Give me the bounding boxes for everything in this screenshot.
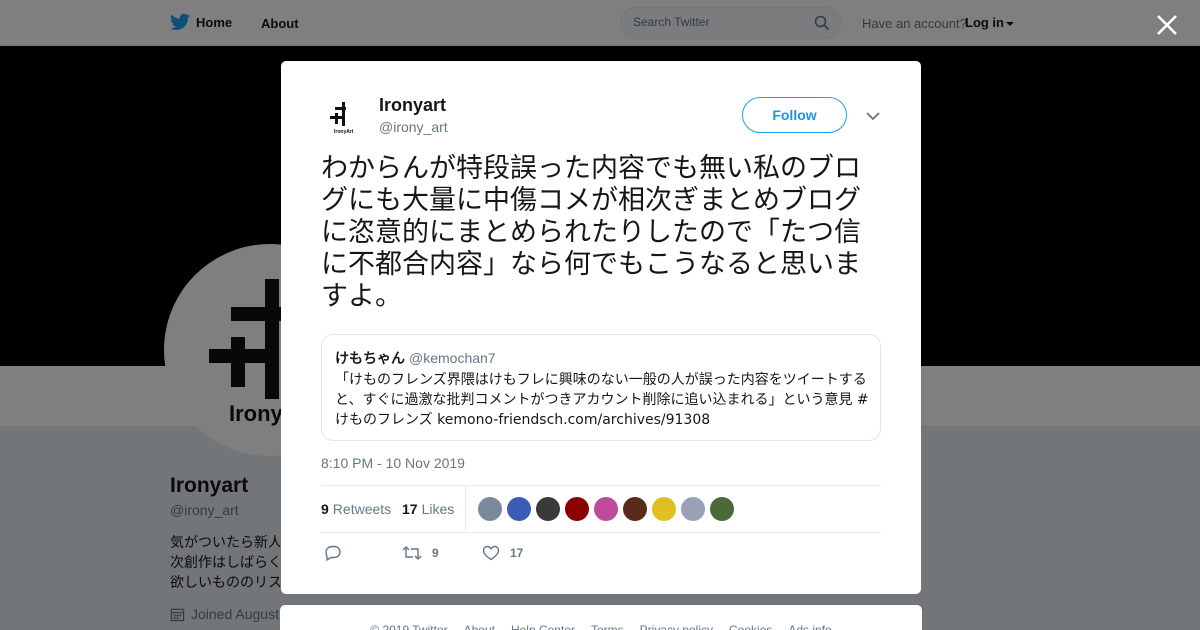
chevron-down-icon[interactable] <box>864 109 882 123</box>
tweet-timestamp[interactable]: 8:10 PM - 10 Nov 2019 <box>321 455 465 471</box>
footer-link[interactable]: About <box>464 623 495 630</box>
footer-link[interactable]: Terms <box>591 623 624 630</box>
footer-link: © 2019 Twitter <box>370 623 448 630</box>
follow-button[interactable]: Follow <box>742 97 847 133</box>
liker-avatar[interactable] <box>652 497 676 521</box>
footer-links: © 2019 Twitter · About · Help Center · Terms · P… <box>280 623 922 630</box>
retweet-action[interactable]: 9 <box>402 545 439 561</box>
liker-avatar[interactable] <box>623 497 647 521</box>
svg-text:IronyArt: IronyArt <box>334 129 354 135</box>
liker-avatar[interactable] <box>507 497 531 521</box>
liker-avatar[interactable] <box>681 497 705 521</box>
retweets-stat[interactable]: 9 Retweets <box>321 501 391 517</box>
tweet-modal: IronyArt Ironyart @irony_art Follow わからん… <box>281 61 921 594</box>
footer-link[interactable]: Cookies <box>729 623 772 630</box>
retweets-count: 9 <box>321 501 329 517</box>
heart-icon <box>482 545 500 561</box>
footer-separator: · <box>778 623 783 630</box>
like-action[interactable]: 17 <box>482 545 523 561</box>
like-count: 17 <box>510 546 524 560</box>
liker-avatar[interactable] <box>565 497 589 521</box>
reply-icon <box>325 545 341 561</box>
author-avatar[interactable]: IronyArt <box>321 96 367 142</box>
retweet-count: 9 <box>432 546 439 560</box>
footer-separator: · <box>629 623 634 630</box>
quoted-author-name: けもちゃん <box>335 350 405 366</box>
likes-count: 17 <box>402 501 418 517</box>
ironyart-logo-icon: IronyArt <box>330 102 354 135</box>
footer-separator: · <box>580 623 585 630</box>
footer-link[interactable]: Ads info <box>788 623 831 630</box>
retweets-label: Retweets <box>332 501 392 517</box>
footer-separator: · <box>500 623 505 630</box>
tweet-actions: 9 17 <box>321 541 621 565</box>
quoted-tweet-text: 「けものフレンズ界隈はけもフレに興味のない一般の人が誤った内容をツイートすると、… <box>335 372 869 428</box>
close-icon[interactable] <box>1154 12 1180 38</box>
tweet-text: わからんが特段誤った内容でも無い私のブログにも大量に中傷コメが相次ぎまとめブログ… <box>321 153 861 312</box>
stats-divider <box>465 486 466 532</box>
liker-avatars <box>478 497 734 521</box>
quoted-tweet-header: けもちゃん @kemochan7 <box>335 348 496 368</box>
quoted-tweet[interactable]: けもちゃん @kemochan7 「けものフレンズ界隈はけもフレに興味のない一般の… <box>321 334 881 441</box>
liker-avatar[interactable] <box>536 497 560 521</box>
tweet-stats: 9 Retweets 17 Likes <box>321 485 881 533</box>
liker-avatar[interactable] <box>710 497 734 521</box>
footer-separator: · <box>453 623 458 630</box>
author-handle[interactable]: @irony_art <box>379 119 448 135</box>
reply-action[interactable] <box>324 545 342 561</box>
quoted-author-handle: @kemochan7 <box>409 350 496 366</box>
liker-avatar[interactable] <box>478 497 502 521</box>
footer: © 2019 Twitter · About · Help Center · Terms · P… <box>280 605 922 630</box>
footer-separator: · <box>719 623 724 630</box>
retweet-icon <box>402 546 422 560</box>
author-name[interactable]: Ironyart <box>379 95 446 116</box>
likes-stat[interactable]: 17 Likes <box>402 501 454 517</box>
likes-label: Likes <box>421 501 455 517</box>
liker-avatar[interactable] <box>594 497 618 521</box>
footer-link[interactable]: Help Center <box>511 623 575 630</box>
footer-link[interactable]: Privacy policy <box>640 623 713 630</box>
